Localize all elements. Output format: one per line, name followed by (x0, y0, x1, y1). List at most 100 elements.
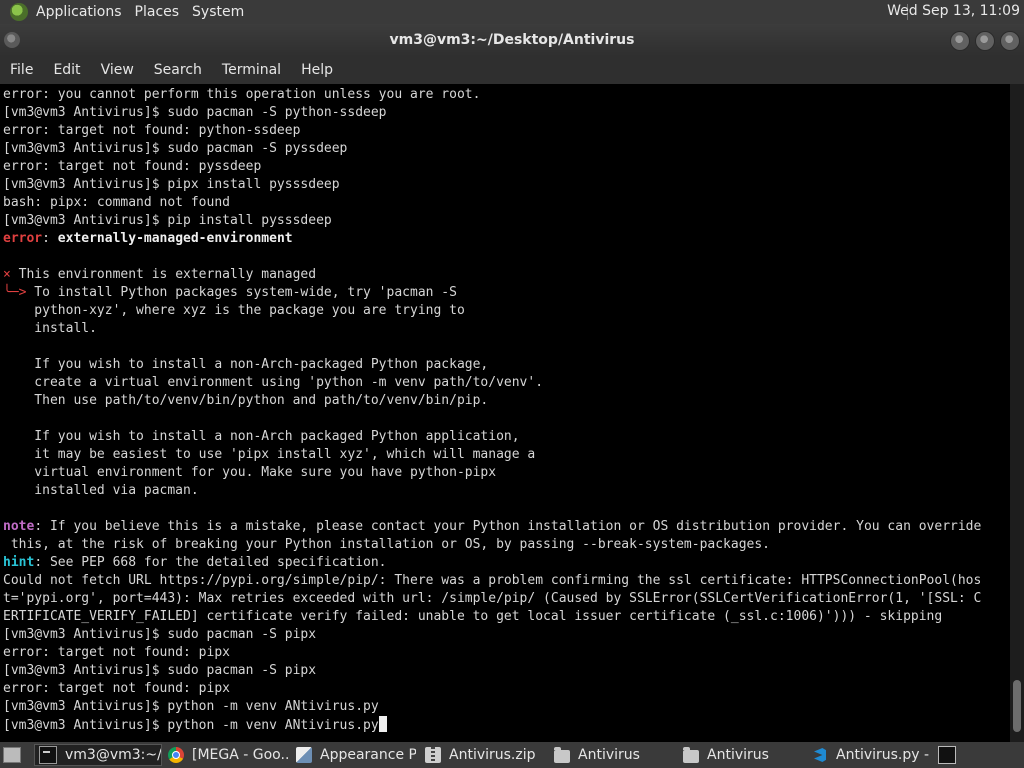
terminal-line: python-xyz', where xyz is the package yo… (3, 302, 1010, 320)
terminal-text: t='pypi.org', port=443): Max retries exc… (3, 591, 982, 606)
task-label: Antivirus (578, 747, 640, 763)
terminal-text: virtual environment for you. Make sure y… (3, 465, 497, 480)
terminal-text: installed via pacman. (3, 483, 199, 498)
menu-terminal[interactable]: Terminal (222, 62, 281, 78)
terminal-text: externally-managed-environment (57, 231, 293, 246)
system-menu[interactable]: System (192, 4, 244, 20)
terminal-text: this, at the risk of breaking your Pytho… (3, 537, 771, 552)
close-button[interactable] (1000, 31, 1020, 51)
terminal-line: [vm3@vm3 Antivirus]$ pipx install pysssd… (3, 176, 1010, 194)
zip-icon (425, 747, 441, 763)
terminal-line: error: you cannot perform this operation… (3, 86, 1010, 104)
taskbar: vm3@vm3:~/... [MEGA - Goo... Appearance … (0, 742, 1024, 768)
tray-terminal-icon[interactable] (938, 746, 956, 764)
terminal-text: To install Python packages system-wide, … (26, 285, 457, 300)
terminal-line: error: target not found: pyssdeep (3, 158, 1010, 176)
terminal-line: If you wish to install a non-Arch-packag… (3, 356, 1010, 374)
folder-icon (554, 746, 570, 763)
text-cursor (378, 716, 387, 732)
minimize-button[interactable] (950, 31, 970, 51)
terminal-text: error: you cannot perform this operation… (3, 87, 481, 102)
terminal-line: ╰─> To install Python packages system-wi… (3, 284, 1010, 302)
applications-menu[interactable]: Applications (36, 4, 122, 20)
terminal-text: : (42, 231, 58, 246)
terminal-text: Could not fetch URL https://pypi.org/sim… (3, 573, 982, 588)
task-folder-antivirus-2[interactable]: Antivirus (679, 745, 803, 765)
show-desktop-icon[interactable] (3, 747, 21, 763)
terminal-text: This environment is externally managed (10, 267, 317, 282)
terminal-line: If you wish to install a non-Arch packag… (3, 428, 1010, 446)
terminal-line: installed via pacman. (3, 482, 1010, 500)
terminal-line: ERTIFICATE_VERIFY_FAILED] certificate ve… (3, 608, 1010, 626)
terminal-text: error (3, 231, 43, 246)
terminal-line: [vm3@vm3 Antivirus]$ pip install pysssde… (3, 212, 1010, 230)
terminal-line: [vm3@vm3 Antivirus]$ sudo pacman -S pipx (3, 662, 1010, 680)
terminal-text: [vm3@vm3 Antivirus]$ python -m venv ANti… (3, 718, 379, 733)
menubar: File Edit View Search Terminal Help (0, 56, 1024, 84)
terminal-text: create a virtual environment using 'pyth… (3, 375, 544, 390)
maximize-button[interactable] (975, 31, 995, 51)
terminal-line: [vm3@vm3 Antivirus]$ sudo pacman -S pipx (3, 626, 1010, 644)
scrollbar-thumb[interactable] (1013, 680, 1021, 732)
terminal-text: [vm3@vm3 Antivirus]$ pip install pysssde… (3, 213, 332, 228)
terminal-output[interactable]: error: you cannot perform this operation… (0, 84, 1010, 742)
task-label: Antivirus (707, 747, 769, 763)
task-label: Appearance P... (320, 747, 416, 763)
terminal-text: install. (3, 321, 97, 336)
terminal-line: install. (3, 320, 1010, 338)
menu-help[interactable]: Help (301, 62, 333, 78)
terminal-text: error: target not found: pyssdeep (3, 159, 262, 174)
terminal-line: Then use path/to/venv/bin/python and pat… (3, 392, 1010, 410)
terminal-line: this, at the risk of breaking your Pytho… (3, 536, 1010, 554)
task-vscode[interactable]: Antivirus.py - ... (808, 745, 932, 765)
terminal-text: : If you believe this is a mistake, plea… (34, 519, 982, 534)
task-folder-antivirus-1[interactable]: Antivirus (550, 745, 674, 765)
terminal-text: bash: pipx: command not found (3, 195, 230, 210)
terminal-text: [vm3@vm3 Antivirus]$ sudo pacman -S pyth… (3, 105, 387, 120)
terminal-line: [vm3@vm3 Antivirus]$ sudo pacman -S pyss… (3, 140, 1010, 158)
terminal-line: error: target not found: pipx (3, 644, 1010, 662)
menu-view[interactable]: View (101, 62, 134, 78)
distro-logo-icon[interactable] (10, 3, 28, 21)
terminal-text: hint (3, 555, 35, 570)
terminal-text: error: target not found: pipx (3, 645, 230, 660)
terminal-line: [vm3@vm3 Antivirus]$ python -m venv ANti… (3, 716, 1010, 734)
terminal-line: it may be easiest to use 'pipx install x… (3, 446, 1010, 464)
top-panel: Applications Places System Wed Sep 13, 1… (0, 0, 1024, 24)
task-label: Antivirus.py - ... (836, 747, 932, 763)
terminal-scrollbar[interactable] (1010, 84, 1024, 742)
panel-menu: Applications Places System (10, 3, 257, 21)
terminal-line: note: If you believe this is a mistake, … (3, 518, 1010, 536)
terminal-line: Could not fetch URL https://pypi.org/sim… (3, 572, 1010, 590)
menu-file[interactable]: File (10, 62, 33, 78)
terminal-line: [vm3@vm3 Antivirus]$ python -m venv ANti… (3, 698, 1010, 716)
terminal-line: hint: See PEP 668 for the detailed speci… (3, 554, 1010, 572)
vscode-icon (812, 747, 828, 763)
places-menu[interactable]: Places (135, 4, 180, 20)
task-label: Antivirus.zip (449, 747, 536, 763)
menu-edit[interactable]: Edit (53, 62, 80, 78)
task-appearance[interactable]: Appearance P... (292, 745, 416, 765)
terminal-text: error: target not found: python-ssdeep (3, 123, 301, 138)
terminal-line: error: target not found: python-ssdeep (3, 122, 1010, 140)
terminal-text: ╰─> (3, 285, 27, 300)
terminal-line: virtual environment for you. Make sure y… (3, 464, 1010, 482)
terminal-text: [vm3@vm3 Antivirus]$ sudo pacman -S pipx (3, 627, 317, 642)
task-chrome[interactable]: [MEGA - Goo... (164, 745, 288, 765)
window-titlebar[interactable]: vm3@vm3:~/Desktop/Antivirus (0, 24, 1024, 56)
task-terminal[interactable]: vm3@vm3:~/... (34, 744, 162, 766)
clock[interactable]: Wed Sep 13, 11:09 (887, 3, 1020, 19)
terminal-line: t='pypi.org', port=443): Max retries exc… (3, 590, 1010, 608)
menu-search[interactable]: Search (154, 62, 202, 78)
terminal-line: [vm3@vm3 Antivirus]$ sudo pacman -S pyth… (3, 104, 1010, 122)
chrome-icon (168, 747, 184, 763)
terminal-text: Then use path/to/venv/bin/python and pat… (3, 393, 489, 408)
terminal-text: [vm3@vm3 Antivirus]$ sudo pacman -S pyss… (3, 141, 348, 156)
terminal-line: bash: pipx: command not found (3, 194, 1010, 212)
task-antivirus-zip[interactable]: Antivirus.zip (421, 745, 545, 765)
terminal-text: : See PEP 668 for the detailed specifica… (34, 555, 387, 570)
terminal-line: × This environment is externally managed (3, 266, 1010, 284)
